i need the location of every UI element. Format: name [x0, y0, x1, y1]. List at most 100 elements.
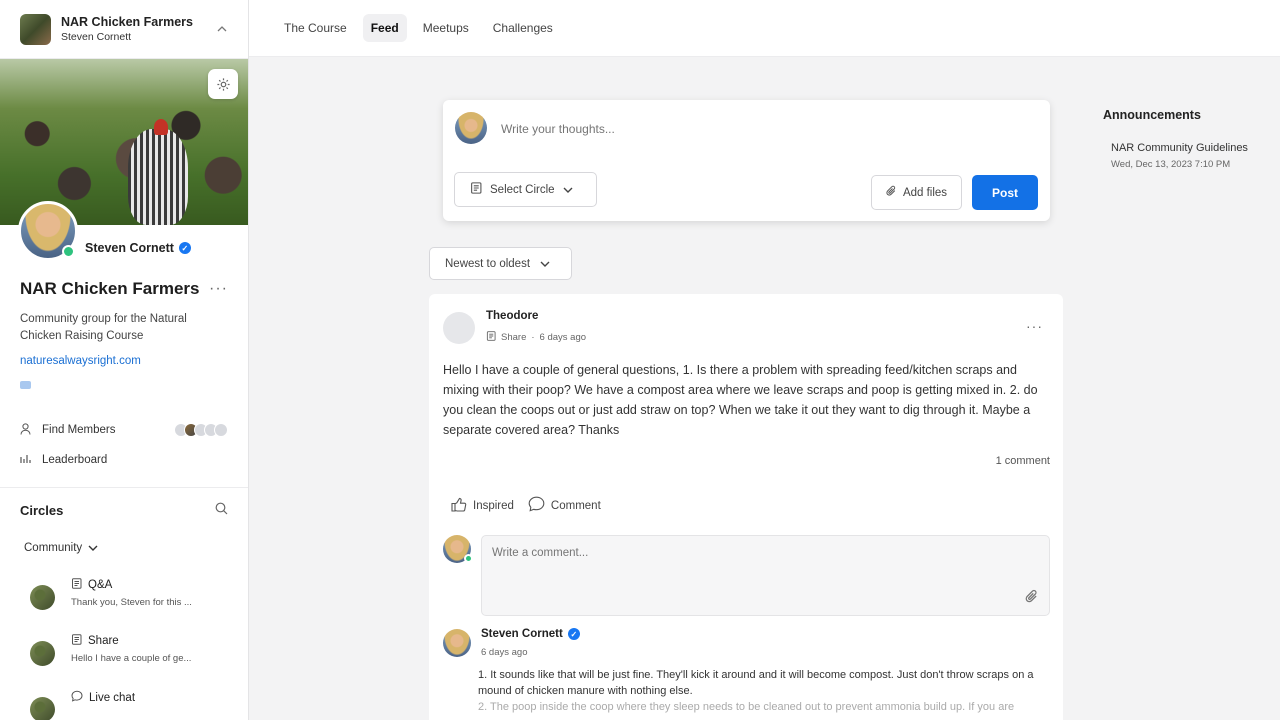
sort-label: Newest to oldest — [445, 257, 531, 270]
youtube-icon[interactable] — [20, 381, 31, 389]
community-description: Community group for the Natural Chicken … — [20, 313, 187, 342]
circle-item-share[interactable]: Share Hello I have a couple of ge... — [0, 634, 248, 666]
circle-title: Q&A — [88, 579, 113, 591]
tab-challenges[interactable]: Challenges — [485, 14, 561, 42]
group-switcher[interactable]: NAR Chicken Farmers Steven Cornett — [0, 0, 248, 59]
post-button[interactable]: Post — [972, 175, 1038, 210]
circle-preview: Thank you, Steven for this ... — [71, 597, 192, 608]
circle-item-live-chat[interactable]: Live chat — [0, 690, 248, 720]
member-avatars — [174, 423, 228, 437]
post-actions: Inspired Comment — [451, 496, 601, 515]
circles-title: Circles — [20, 502, 64, 518]
comment-icon — [528, 496, 545, 515]
select-circle-label: Select Circle — [490, 183, 555, 196]
reply-author[interactable]: Steven Cornett ✓ — [481, 628, 580, 640]
circle-title: Live chat — [89, 691, 136, 704]
post-author[interactable]: Theodore — [486, 310, 538, 322]
sidebar-item-label: Leaderboard — [42, 454, 108, 466]
select-circle-dropdown[interactable]: Select Circle — [454, 172, 597, 207]
sidebar: NAR Chicken Farmers Steven Cornett Steve… — [0, 0, 249, 720]
sidebar-item-leaderboard[interactable]: Leaderboard — [20, 445, 228, 475]
comment-count[interactable]: 1 comment — [996, 455, 1050, 467]
avatar — [443, 629, 471, 657]
circle-title: Share — [88, 635, 119, 647]
tab-the-course[interactable]: The Course — [276, 14, 355, 42]
reply-time: 6 days ago — [481, 647, 528, 658]
verified-icon: ✓ — [567, 628, 580, 640]
community-link[interactable]: naturesalwaysright.com — [20, 355, 228, 367]
hen-comb-graphic — [154, 119, 168, 135]
separator-dot: · — [531, 332, 535, 343]
tab-meetups[interactable]: Meetups — [415, 14, 477, 42]
search-icon[interactable] — [215, 502, 228, 518]
verified-icon: ✓ — [178, 242, 191, 254]
avatar[interactable] — [443, 312, 475, 344]
profile-name[interactable]: Steven Cornett ✓ — [85, 241, 191, 255]
circle-item-qa[interactable]: Q&A Thank you, Steven for this ... — [0, 578, 248, 610]
announcements-title: Announcements — [1103, 108, 1201, 122]
announcement-item[interactable]: NAR Community Guidelines Wed, Dec 13, 20… — [1103, 142, 1273, 170]
chevron-up-icon[interactable] — [216, 23, 228, 35]
chevron-down-icon — [563, 184, 573, 196]
comment-avatar — [443, 535, 473, 563]
reply-body: 1. It sounds like that will be just fine… — [478, 667, 1052, 715]
member-avatar — [214, 423, 228, 437]
reply-line: 1. It sounds like that will be just fine… — [478, 669, 1034, 697]
post-time: 6 days ago — [539, 332, 587, 343]
reply-author-name: Steven Cornett — [481, 628, 563, 640]
post-meta: Share · 6 days ago — [486, 331, 586, 344]
post-circle-link[interactable]: Share — [501, 332, 526, 343]
announcement-title: NAR Community Guidelines — [1111, 142, 1248, 154]
comment-box[interactable] — [481, 535, 1050, 616]
top-nav: The Course Feed Meetups Challenges — [249, 0, 1280, 57]
circle-thumbnail — [30, 697, 55, 720]
sidebar-item-label: Find Members — [42, 424, 116, 436]
circle-preview: Hello I have a couple of ge... — [71, 653, 192, 664]
cover-image — [0, 59, 248, 225]
comment-input[interactable] — [492, 547, 992, 559]
post-icon — [71, 578, 82, 592]
group-user: Steven Cornett — [61, 31, 132, 43]
add-files-label: Add files — [902, 186, 948, 199]
post-card: Theodore Share · 6 days ago ··· Hello I … — [429, 294, 1063, 720]
inspired-button[interactable]: Inspired — [451, 496, 514, 515]
inspired-label: Inspired — [473, 499, 514, 512]
community-name: NAR Chicken Farmers — [20, 279, 200, 298]
more-options-icon[interactable]: ··· — [209, 280, 228, 298]
more-options-icon[interactable]: ··· — [1026, 318, 1043, 334]
tab-feed[interactable]: Feed — [362, 14, 407, 42]
gear-icon[interactable] — [208, 69, 238, 99]
online-status-icon — [62, 245, 75, 258]
chat-icon — [71, 690, 83, 705]
announcements-panel: Announcements NAR Community Guidelines W… — [1103, 108, 1273, 170]
circle-thumbnail — [30, 641, 55, 666]
thumbs-up-icon — [451, 497, 467, 515]
chevron-down-icon — [540, 258, 550, 270]
hen-graphic — [128, 129, 188, 225]
sidebar-item-find-members[interactable]: Find Members — [20, 415, 228, 445]
reply-avatar[interactable] — [443, 629, 471, 657]
circle-thumbnail — [30, 585, 55, 610]
thoughts-input[interactable] — [501, 122, 1021, 136]
reply-line: 2. The poop inside the coop where they s… — [478, 701, 1015, 713]
post-body: Hello I have a couple of general questio… — [443, 363, 1038, 437]
paperclip-icon[interactable] — [1025, 589, 1039, 607]
online-status-icon — [464, 554, 473, 563]
circles-filter-dropdown[interactable]: Community — [24, 542, 248, 554]
announcement-date: Wed, Dec 13, 2023 7:10 PM — [1111, 159, 1231, 170]
post-composer: Select Circle Add files Post — [443, 100, 1050, 221]
post-icon — [71, 634, 82, 648]
avatar — [455, 112, 487, 144]
post-icon — [470, 182, 482, 197]
profile-name-text: Steven Cornett — [85, 241, 174, 255]
circles-filter-label: Community — [24, 542, 83, 554]
person-icon — [20, 422, 34, 438]
chevron-down-icon — [88, 542, 98, 554]
sort-dropdown[interactable]: Newest to oldest — [429, 247, 572, 280]
comment-button[interactable]: Comment — [528, 496, 601, 515]
group-logo — [20, 13, 51, 45]
group-title: NAR Chicken Farmers — [61, 15, 193, 29]
add-files-button[interactable]: Add files — [871, 175, 962, 210]
post-icon — [486, 331, 496, 344]
bar-chart-icon — [20, 454, 34, 467]
